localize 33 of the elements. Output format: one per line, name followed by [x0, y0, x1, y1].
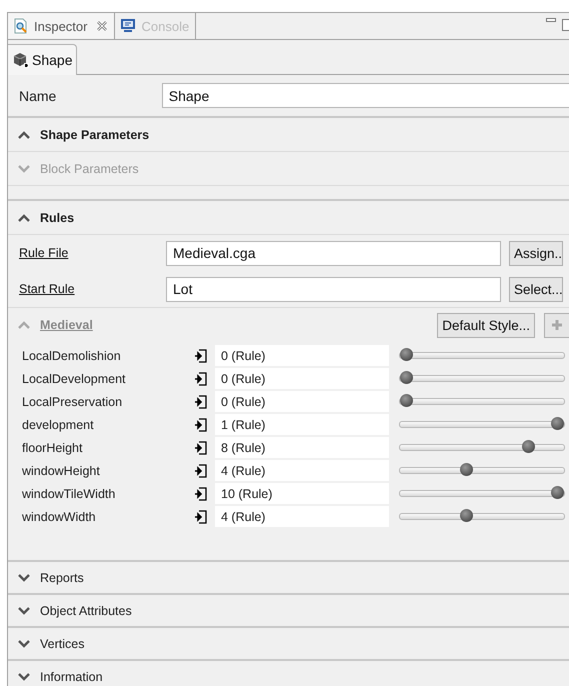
view-tab[interactable]: Inspector: [8, 13, 116, 39]
parameter-name: windowWidth: [22, 510, 97, 524]
parameter-value[interactable]: 1 (Rule): [215, 414, 389, 435]
parameter-value[interactable]: 10 (Rule): [215, 483, 389, 504]
parameter-name: LocalDemolishion: [22, 348, 122, 362]
browse-button[interactable]: Assign..: [509, 240, 563, 266]
parameter-value[interactable]: 4 (Rule): [215, 506, 389, 527]
field-label: Name: [19, 88, 58, 104]
section-title[interactable]: Object Attributes: [40, 604, 132, 618]
field-link[interactable]: Start Rule: [19, 282, 166, 296]
parameter-name: floorHeight: [22, 440, 84, 454]
shape-tab[interactable]: Shape: [8, 44, 78, 75]
parameter-value[interactable]: 0 (Rule): [215, 368, 389, 389]
parameter-name: LocalPreservation: [22, 394, 124, 408]
parameter-value[interactable]: 0 (Rule): [215, 345, 389, 366]
parameter-value[interactable]: 8 (Rule): [215, 437, 389, 458]
name-field[interactable]: Shape: [162, 83, 569, 108]
browse-button[interactable]: Select...: [509, 276, 563, 302]
input-field[interactable]: Lot: [166, 276, 501, 302]
tab-label: Inspector: [34, 18, 88, 34]
parameter-name: windowHeight: [22, 464, 101, 478]
input-field[interactable]: Medieval.cga: [166, 240, 501, 266]
parameter-value[interactable]: 4 (Rule): [215, 460, 389, 481]
section-title[interactable]: Vertices: [40, 636, 84, 650]
parameter-name: development: [22, 418, 95, 432]
field-link[interactable]: Rule File: [19, 246, 166, 260]
section-title[interactable]: Shape Parameters: [40, 128, 150, 142]
parameter-name: LocalDevelopment: [22, 372, 127, 386]
parameter-value[interactable]: 0 (Rule): [215, 391, 389, 412]
parameter-name: windowTileWidth: [22, 486, 116, 500]
section-title[interactable]: Reports: [40, 570, 84, 584]
section-title[interactable]: Rules: [40, 210, 74, 224]
section-title[interactable]: Information: [40, 670, 103, 684]
